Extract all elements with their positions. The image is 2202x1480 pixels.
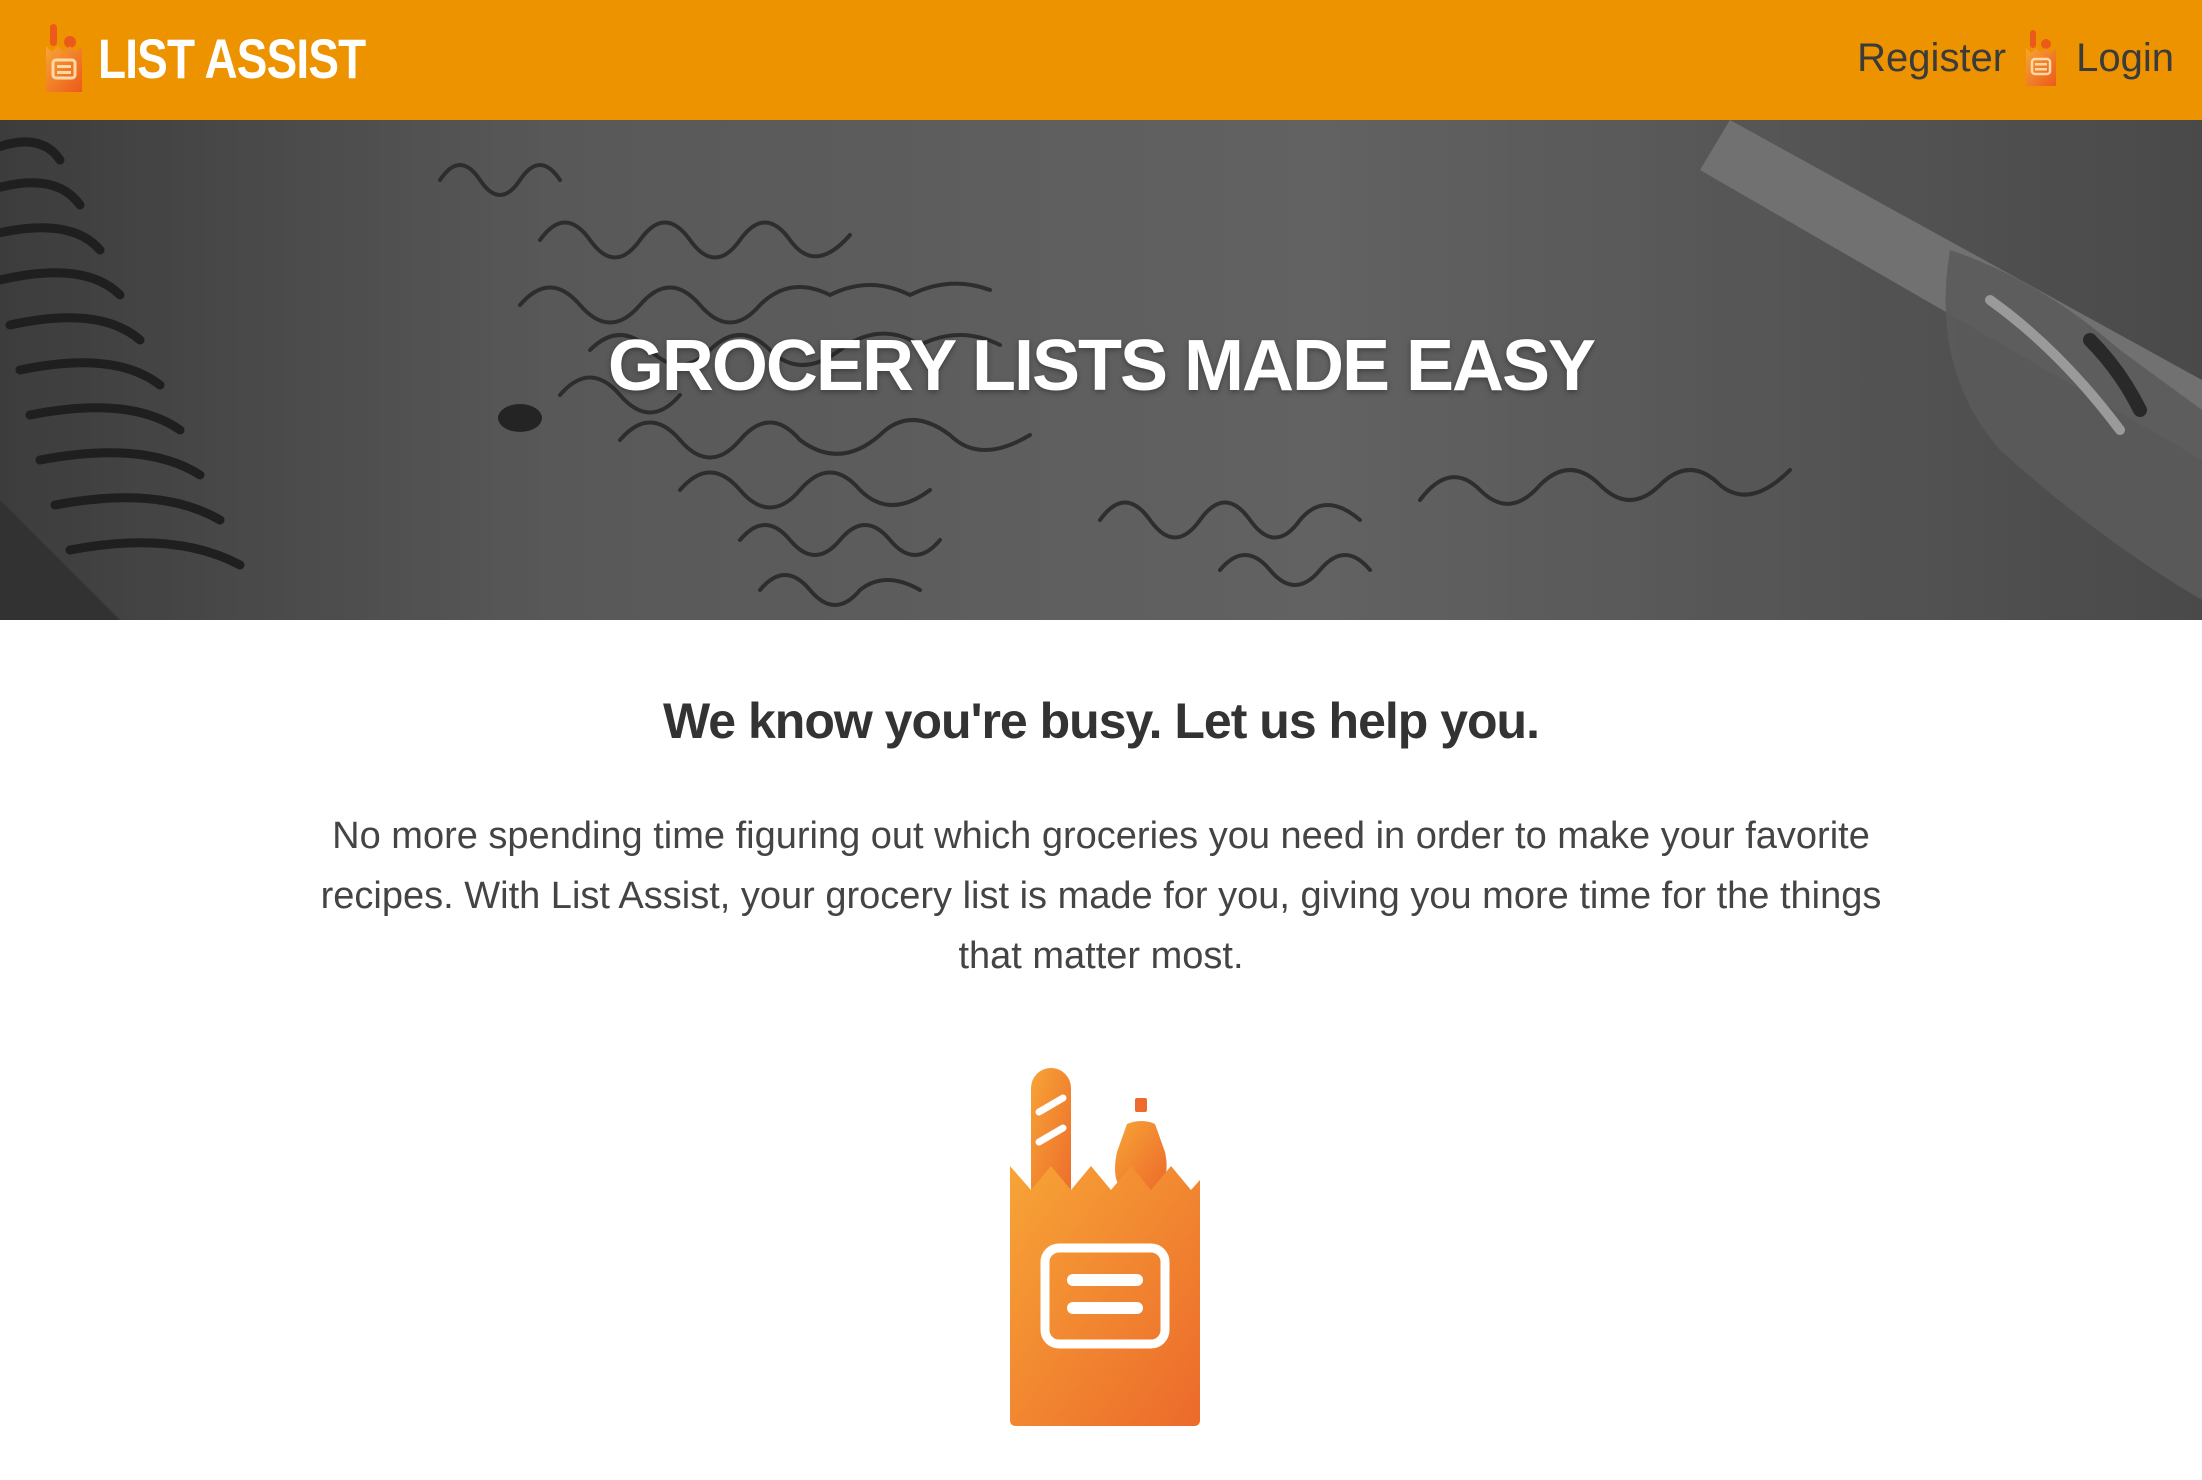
grocery-bag-icon [1010, 1068, 1200, 1426]
grocery-bag-small-icon [2026, 30, 2057, 86]
grocery-bag-logo-icon [46, 24, 82, 92]
subheading: We know you're busy. Let us help you. [663, 693, 1540, 749]
description-paragraph: No more spending time figuring out which… [320, 815, 1882, 977]
hero-banner: GROCERY LISTS MADE EASY [0, 120, 2202, 620]
brand-home-link[interactable]: LIST ASSIST [44, 18, 424, 98]
login-link[interactable]: Login [2076, 36, 2174, 81]
nav-links: Register Login [1857, 22, 2174, 94]
register-link[interactable]: Register [1857, 36, 2006, 81]
top-navbar: LIST ASSIST Register Login [0, 0, 2202, 120]
hero-title: GROCERY LISTS MADE EASY [607, 326, 1596, 406]
brand-name: LIST ASSIST [98, 26, 366, 90]
